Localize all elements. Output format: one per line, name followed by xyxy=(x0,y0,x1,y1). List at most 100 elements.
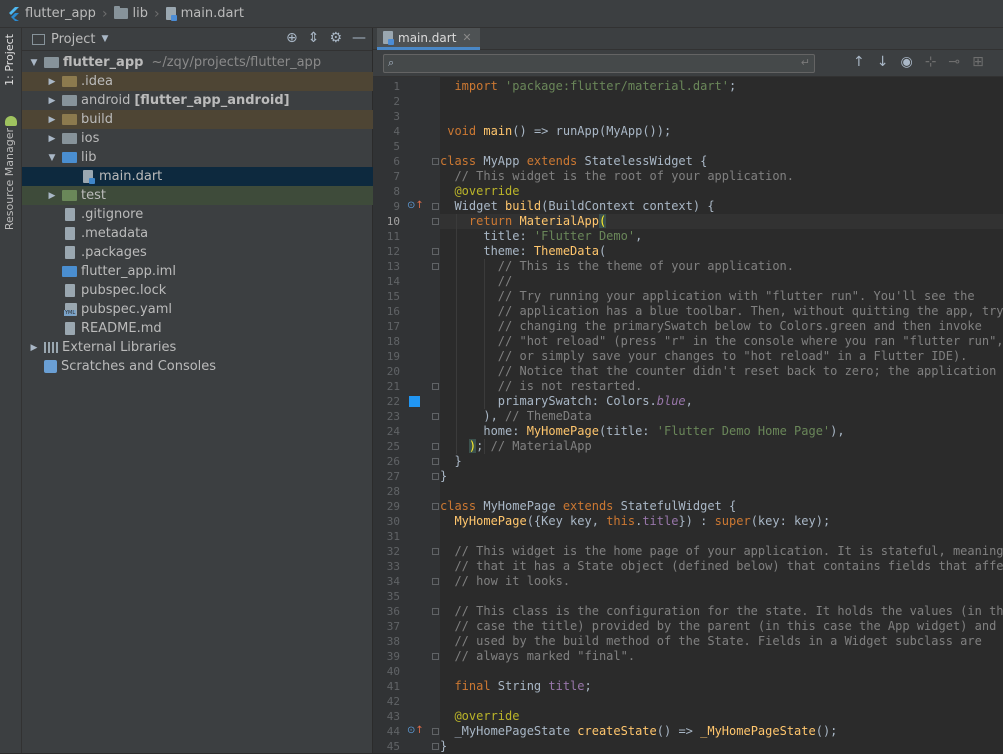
code-line[interactable]: // always marked "final". xyxy=(440,649,635,664)
tree-item-build[interactable]: ▶ build xyxy=(22,110,373,129)
code-line[interactable]: void main() => runApp(MyApp()); xyxy=(440,124,671,139)
tree-item-pubspec-lock[interactable]: pubspec.lock xyxy=(22,281,373,300)
chevron-down-icon[interactable]: ▼ xyxy=(101,34,108,44)
code-line[interactable]: // "hot reload" (press "r" in the consol… xyxy=(440,334,1003,349)
chevron-right-icon[interactable]: ▶ xyxy=(46,96,58,106)
add-occurrence-icon[interactable]: ⊹ xyxy=(925,54,937,70)
code-line[interactable]: // or simply save your changes to "hot r… xyxy=(440,349,968,364)
tree-item-packages[interactable]: .packages xyxy=(22,243,373,262)
fold-icon[interactable] xyxy=(432,458,439,465)
code-line[interactable]: // This widget is the home page of your … xyxy=(440,544,1003,559)
tree-item-gitignore[interactable]: .gitignore xyxy=(22,205,373,224)
tree-item-metadata[interactable]: .metadata xyxy=(22,224,373,243)
fold-icon[interactable] xyxy=(432,653,439,660)
color-swatch-icon[interactable] xyxy=(409,396,420,407)
code-line[interactable]: @override xyxy=(440,709,519,724)
override-icon[interactable]: ⊙↑ xyxy=(407,725,424,736)
project-view-dropdown[interactable]: Project xyxy=(51,32,95,47)
code-line[interactable]: title: 'Flutter Demo', xyxy=(440,229,642,244)
breadcrumb-project[interactable]: flutter_app › xyxy=(8,6,114,22)
tab-main-dart[interactable]: main.dart ✕ xyxy=(377,28,480,50)
fold-icon[interactable] xyxy=(432,158,439,165)
code-line[interactable]: } xyxy=(440,469,447,484)
breadcrumb-lib[interactable]: lib › xyxy=(113,6,166,22)
code-line[interactable]: // case the title) provided by the paren… xyxy=(440,619,996,634)
arrow-up-icon[interactable]: ↑ xyxy=(853,54,865,70)
breadcrumb-file[interactable]: main.dart xyxy=(165,6,244,21)
code-line[interactable]: // Try running your application with "fl… xyxy=(440,289,975,304)
fold-icon[interactable] xyxy=(432,503,439,510)
code-line[interactable]: MyHomePage({Key key, this.title}) : supe… xyxy=(440,514,830,529)
tree-item-test[interactable]: ▶ test xyxy=(22,186,373,205)
fold-icon[interactable] xyxy=(432,248,439,255)
tree-item-flutter-app-iml[interactable]: flutter_app.iml xyxy=(22,262,373,281)
project-tool-tab[interactable]: 1: Project xyxy=(3,34,16,86)
find-word-icon[interactable]: ◉ xyxy=(900,54,912,70)
chevron-right-icon[interactable]: ▶ xyxy=(28,343,40,353)
tree-item-readme-md[interactable]: README.md xyxy=(22,319,373,338)
code-line[interactable]: // how it looks. xyxy=(440,574,570,589)
code-line[interactable]: // This widget is the root of your appli… xyxy=(440,169,794,184)
fold-icon[interactable] xyxy=(432,728,439,735)
tree-item-flutter-app[interactable]: ▼ flutter_app ~/zqy/projects/flutter_app xyxy=(22,53,373,72)
code-line[interactable]: // that it has a State object (defined b… xyxy=(440,559,1003,574)
resource-manager-tab[interactable]: Resource Manager xyxy=(3,128,16,230)
fold-icon[interactable] xyxy=(432,608,439,615)
chevron-right-icon[interactable]: ▶ xyxy=(46,191,58,201)
code-editor[interactable]: import 'package:flutter/material.dart'; … xyxy=(440,77,1003,753)
tree-item-lib[interactable]: ▼ lib xyxy=(22,148,373,167)
minimize-icon[interactable]: — xyxy=(352,30,366,46)
chevron-right-icon[interactable]: ▶ xyxy=(46,77,58,87)
code-line[interactable]: } xyxy=(440,454,461,469)
code-line[interactable]: // changing the primarySwatch below to C… xyxy=(440,319,982,334)
code-line[interactable]: // used by the build method of the State… xyxy=(440,634,981,649)
fold-icon[interactable] xyxy=(432,413,439,420)
collapse-all-icon[interactable]: ⇕ xyxy=(308,30,320,46)
fold-icon[interactable] xyxy=(432,263,439,270)
code-line[interactable]: home: MyHomePage(title: 'Flutter Demo Ho… xyxy=(440,424,844,439)
chevron-down-icon[interactable]: ▼ xyxy=(28,58,40,68)
fold-icon[interactable] xyxy=(432,218,439,225)
fold-icon[interactable] xyxy=(432,203,439,210)
code-line[interactable]: // Notice that the counter didn't reset … xyxy=(440,364,997,379)
code-line[interactable]: ); // MaterialApp xyxy=(440,439,592,454)
tree-item-main-dart[interactable]: main.dart xyxy=(22,167,373,186)
locate-icon[interactable]: ⊕ xyxy=(286,30,298,46)
tree-item-scratches-and-consoles[interactable]: Scratches and Consoles xyxy=(22,357,373,376)
select-all-occurrences-icon[interactable]: ⊞ xyxy=(972,54,984,70)
gear-icon[interactable]: ⚙ xyxy=(329,30,342,46)
tree-item-external-libraries[interactable]: ▶ External Libraries xyxy=(22,338,373,357)
code-line[interactable]: _MyHomePageState createState() => _MyHom… xyxy=(440,724,837,739)
editor-gutter[interactable]: 1 2 3 4 5 6 7 8 9 10 11 12 13 14 15 16 17 18 19 20 21 22 23 24 2… xyxy=(373,77,440,753)
chevron-right-icon[interactable]: ▶ xyxy=(46,115,58,125)
code-line[interactable]: // is not restarted. xyxy=(440,379,643,394)
search-input[interactable] xyxy=(404,56,788,73)
code-line[interactable]: // This is the theme of your application… xyxy=(440,259,794,274)
chevron-down-icon[interactable]: ▼ xyxy=(46,153,58,163)
code-line[interactable]: primarySwatch: Colors.blue, xyxy=(440,394,693,409)
tree-item-pubspec-yaml[interactable]: pubspec.yaml xyxy=(22,300,373,319)
override-icon[interactable]: ⊙↑ xyxy=(407,200,424,211)
search-icon[interactable]: ⌕ xyxy=(388,56,394,70)
close-icon[interactable]: ✕ xyxy=(462,31,471,44)
code-line[interactable]: // This class is the configuration for t… xyxy=(440,604,1003,619)
arrow-down-icon[interactable]: ↓ xyxy=(877,54,889,70)
code-line[interactable]: import 'package:flutter/material.dart'; xyxy=(440,79,736,94)
code-line[interactable]: class MyHomePage extends StatefulWidget … xyxy=(440,499,736,514)
code-line[interactable]: class MyApp extends StatelessWidget { xyxy=(440,154,707,169)
fold-icon[interactable] xyxy=(432,383,439,390)
code-line[interactable]: ), // ThemeData xyxy=(440,409,591,424)
tree-item-idea[interactable]: ▶ .idea xyxy=(22,72,373,91)
code-line[interactable]: @override xyxy=(440,184,519,199)
fold-icon[interactable] xyxy=(432,578,439,585)
tree-item-android[interactable]: ▶ android [flutter_app_android] xyxy=(22,91,373,110)
fold-icon[interactable] xyxy=(432,473,439,480)
tree-item-ios[interactable]: ▶ ios xyxy=(22,129,373,148)
code-line[interactable]: // xyxy=(440,274,512,289)
remove-occurrence-icon[interactable]: ⊸ xyxy=(948,54,960,70)
code-line[interactable]: theme: ThemeData( xyxy=(440,244,606,259)
code-line[interactable]: // application has a blue toolbar. Then,… xyxy=(440,304,1003,319)
fold-icon[interactable] xyxy=(432,443,439,450)
code-line[interactable]: } xyxy=(440,739,447,754)
code-line[interactable]: Widget build(BuildContext context) { xyxy=(440,199,714,214)
